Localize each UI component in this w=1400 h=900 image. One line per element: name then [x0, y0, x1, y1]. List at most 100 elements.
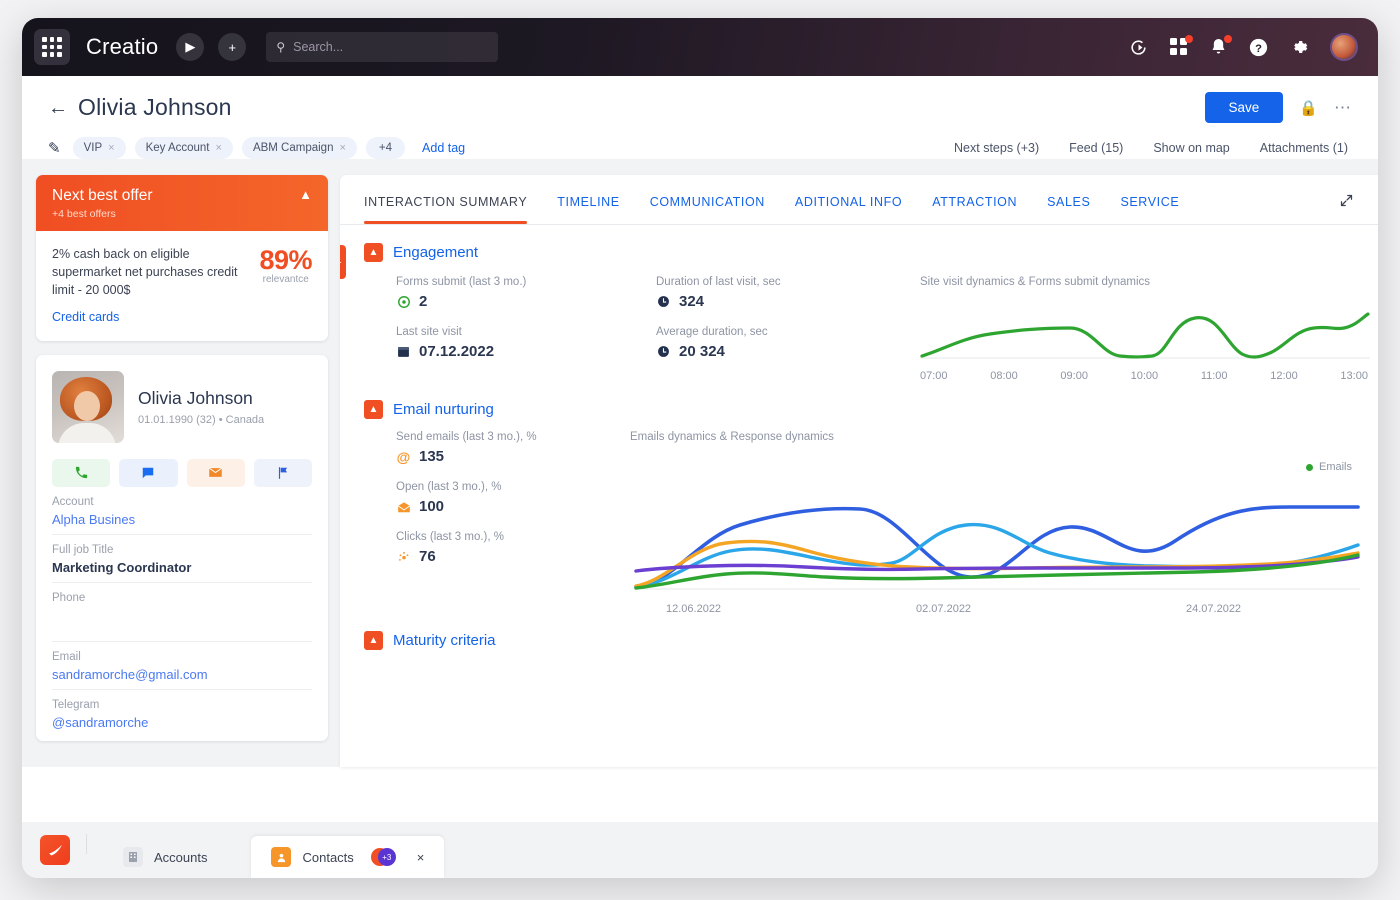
top-right-icons: ? — [1129, 33, 1364, 61]
notifications-bell-icon[interactable] — [1210, 34, 1232, 57]
tab-interaction-summary[interactable]: INTERACTION SUMMARY — [364, 195, 528, 224]
contacts-icon — [271, 847, 292, 867]
email-action-button[interactable] — [186, 458, 245, 487]
kpi-value-row: 07.12.2022 — [396, 343, 656, 360]
edit-tags-pencil-icon[interactable]: ✎ — [48, 139, 61, 157]
kpi-label: Last site visit — [396, 326, 462, 338]
header-actions: Save 🔒 ⋯ — [1204, 92, 1352, 123]
clock-icon — [656, 295, 671, 308]
attachments-link[interactable]: Attachments (1) — [1260, 141, 1348, 155]
tab-attraction[interactable]: ATTRACTION — [932, 195, 1017, 223]
tab-service[interactable]: SERVICE — [1120, 195, 1179, 223]
taskbar-tab-contacts[interactable]: Contacts +3 × — [251, 836, 445, 878]
emails-dynamics-chart: Emails dynamics & Response dynamics Emai… — [630, 431, 1360, 615]
close-icon[interactable]: × — [417, 850, 425, 865]
field-value[interactable]: @sandramorche — [52, 715, 312, 730]
creatio-logo-icon[interactable] — [40, 835, 70, 865]
offer-category-link[interactable]: Credit cards — [52, 308, 251, 326]
field-value[interactable]: Alpha Busines — [52, 512, 312, 527]
flag-action-button[interactable] — [253, 458, 312, 487]
back-button[interactable]: ← — [48, 98, 68, 118]
kpi-value-row: 324 — [656, 293, 914, 310]
open-envelope-icon — [396, 501, 411, 513]
plus-icon[interactable]: + — [218, 33, 247, 61]
kpi-label: Open (last 3 mo.), % — [396, 481, 502, 493]
tags-more-chip[interactable]: +4 — [365, 137, 406, 159]
taskbar-stacked-avatars[interactable]: +3 — [370, 848, 396, 866]
kpi-value: 07.12.2022 — [419, 343, 495, 360]
profile-top: Olivia Johnson 01.01.1990 (32) • Canada — [52, 370, 312, 443]
field-account: Account Alpha Busines — [52, 487, 312, 535]
user-avatar[interactable] — [1330, 33, 1358, 61]
field-email: Email sandramorche@gmail.com — [52, 642, 312, 690]
search-input[interactable]: ⚲ Search... — [266, 32, 499, 62]
tag-row: ✎ VIP × Key Account × ABM Campaign × +4 … — [48, 137, 1352, 159]
axis-tick: 08:00 — [990, 370, 1018, 382]
section-title[interactable]: Engagement — [393, 244, 478, 261]
form-submit-icon — [396, 295, 411, 309]
tag-chip[interactable]: Key Account × — [134, 137, 233, 159]
tag-chip[interactable]: VIP × — [72, 137, 126, 159]
tab-timeline[interactable]: TIMELINE — [557, 195, 619, 223]
apps-badge — [1185, 35, 1193, 43]
collapse-section-icon[interactable]: ▲ — [364, 631, 383, 650]
ai-assistant-icon[interactable] — [1129, 38, 1148, 57]
tab-aditional-info[interactable]: ADITIONAL INFO — [795, 195, 902, 223]
play-icon[interactable]: ▶ — [176, 33, 205, 61]
engagement-content: Forms submit (last 3 mo.) 2 Last site vi… — [364, 276, 1370, 382]
tab-communication[interactable]: COMMUNICATION — [650, 195, 765, 223]
chat-action-button[interactable] — [119, 458, 178, 487]
show-on-map-link[interactable]: Show on map — [1153, 141, 1229, 155]
call-action-button[interactable] — [52, 458, 111, 487]
save-button[interactable]: Save — [1204, 92, 1284, 123]
kpi-label: Clicks (last 3 mo.), % — [396, 531, 504, 543]
section-title[interactable]: Maturity criteria — [393, 632, 496, 649]
relevance-block: 89% relevantce — [259, 245, 312, 327]
apps-dashboard-icon[interactable] — [1170, 35, 1193, 56]
add-tag-link[interactable]: Add tag — [422, 141, 465, 155]
lock-icon[interactable]: 🔒 — [1299, 99, 1318, 117]
kpi-value: 324 — [679, 293, 705, 310]
field-value[interactable]: Marketing Coordinator — [52, 560, 312, 575]
tag-label: Key Account — [145, 142, 210, 154]
taskbar-tab-label: Accounts — [154, 849, 208, 865]
section-title[interactable]: Email nurturing — [393, 401, 494, 418]
collapse-section-icon[interactable]: ▲ — [364, 400, 383, 419]
field-value[interactable] — [52, 608, 312, 634]
brand-logo: Creatio — [86, 34, 159, 59]
header-quick-links: Next steps (+3) Feed (15) Show on map At… — [954, 141, 1352, 155]
axis-tick: 02.07.2022 — [916, 603, 972, 615]
field-value[interactable]: sandramorche@gmail.com — [52, 667, 312, 682]
tag-remove-icon[interactable]: × — [108, 142, 114, 154]
tag-remove-icon[interactable]: × — [339, 142, 345, 154]
apps-grid-icon[interactable] — [34, 29, 70, 65]
collapse-section-icon[interactable]: ▲ — [364, 243, 383, 262]
kpi-value-row: 100 — [396, 498, 630, 515]
chevron-right-icon[interactable]: ▶ — [340, 245, 346, 279]
next-steps-link[interactable]: Next steps (+3) — [954, 141, 1039, 155]
taskbar-tab-accounts[interactable]: Accounts — [103, 836, 227, 878]
field-label: Email — [52, 650, 81, 663]
svg-text:?: ? — [1255, 42, 1262, 54]
next-best-offer-subtitle: +4 best offers — [52, 208, 116, 220]
left-sidebar: Next best offer +4 best offers ▲ 2% cash… — [36, 175, 328, 767]
top-navigation-bar: Creatio ▶ + ⚲ Search... ? — [22, 18, 1378, 76]
contact-actions — [52, 458, 312, 487]
chevron-up-icon[interactable]: ▲ — [299, 187, 312, 202]
axis-tick: 12:00 — [1270, 370, 1298, 382]
kpi-value-row: 20 324 — [656, 343, 914, 360]
tag-chip[interactable]: ABM Campaign × — [241, 137, 357, 159]
tag-remove-icon[interactable]: × — [216, 142, 222, 154]
expand-diagonal-icon[interactable] — [1339, 193, 1354, 224]
next-best-offer-header[interactable]: Next best offer +4 best offers ▲ — [36, 175, 328, 231]
taskbar-more-count: +3 — [377, 848, 396, 866]
engagement-kpi-col-1: Forms submit (last 3 mo.) 2 Last site vi… — [364, 276, 656, 382]
next-best-offer-title: Next best offer — [52, 187, 153, 204]
settings-gear-icon[interactable] — [1290, 38, 1308, 56]
tab-sales[interactable]: SALES — [1047, 195, 1090, 223]
kpi-label: Send emails (last 3 mo.), % — [396, 431, 537, 443]
feed-link[interactable]: Feed (15) — [1069, 141, 1123, 155]
help-icon[interactable]: ? — [1249, 38, 1268, 57]
more-options-icon[interactable]: ⋯ — [1334, 98, 1352, 118]
accounts-icon — [123, 847, 143, 867]
